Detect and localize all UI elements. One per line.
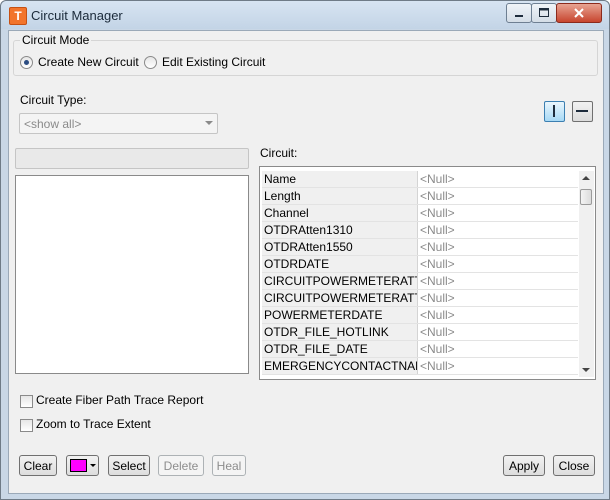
circuit-property-grid[interactable]: Name <Null> Length <Null> Channel <Null> OTDRA… xyxy=(259,166,596,380)
scroll-down-icon[interactable] xyxy=(582,368,590,372)
property-name: CIRCUITPOWERMETERATTEN xyxy=(262,273,418,289)
property-value[interactable]: <Null> xyxy=(418,239,578,255)
circuit-type-value: <show all> xyxy=(24,117,82,131)
circuit-type-dropdown[interactable]: <show all> xyxy=(19,113,218,134)
property-row[interactable]: OTDRAtten1550 <Null> xyxy=(262,239,578,256)
maximize-icon xyxy=(539,8,549,17)
property-row[interactable]: POWERMETERDATE <Null> xyxy=(262,307,578,324)
circuit-label: Circuit: xyxy=(260,146,298,160)
maximize-button[interactable] xyxy=(531,3,557,23)
property-row[interactable]: EMERGENCYCONTACTNAME <Null> xyxy=(262,358,578,375)
property-value[interactable]: <Null> xyxy=(418,307,578,323)
scroll-thumb[interactable] xyxy=(580,189,592,205)
color-swatch xyxy=(70,459,87,472)
property-row[interactable]: CIRCUITPOWERMETERATTEN<Null> xyxy=(262,273,578,290)
zoom-to-trace-checkbox[interactable] xyxy=(20,419,33,432)
property-name: Length xyxy=(262,188,418,204)
circuit-mode-label: Circuit Mode xyxy=(20,33,92,47)
property-row[interactable]: Name <Null> xyxy=(262,171,578,188)
apply-button[interactable]: Apply xyxy=(503,455,545,476)
circuit-manager-window: T Circuit Manager Circuit Mode Create Ne… xyxy=(0,0,610,500)
create-new-circuit-radio[interactable] xyxy=(20,56,33,69)
circuit-mode-group: Circuit Mode Create New Circuit Edit Exi… xyxy=(13,33,598,76)
property-value[interactable]: <Null> xyxy=(418,273,578,289)
close-icon xyxy=(574,8,584,18)
select-button[interactable]: Select xyxy=(108,455,150,476)
property-row[interactable]: OTDRDATE <Null> xyxy=(262,256,578,273)
circuit-type-label: Circuit Type: xyxy=(20,93,87,107)
property-name: CIRCUITPOWERMETERATTEN xyxy=(262,290,418,306)
chevron-down-icon xyxy=(90,464,96,467)
radio-selected-dot xyxy=(24,60,29,65)
property-name: Name xyxy=(262,171,418,187)
create-new-circuit-label[interactable]: Create New Circuit xyxy=(38,55,139,69)
property-value[interactable]: <Null> xyxy=(418,290,578,306)
heal-button[interactable]: Heal xyxy=(212,455,246,476)
property-row[interactable]: Length <Null> xyxy=(262,188,578,205)
horizontal-layout-button[interactable] xyxy=(572,101,593,122)
property-value[interactable]: <Null> xyxy=(418,171,578,187)
property-row[interactable]: Channel <Null> xyxy=(262,205,578,222)
property-value[interactable]: <Null> xyxy=(418,256,578,272)
property-row[interactable]: OTDR_FILE_HOTLINK <Null> xyxy=(262,324,578,341)
property-name: POWERMETERDATE xyxy=(262,307,418,323)
circuit-search-field xyxy=(15,148,249,169)
trace-color-picker[interactable] xyxy=(66,455,99,476)
fiber-path-report-checkbox[interactable] xyxy=(20,395,33,408)
property-row[interactable]: OTDRAtten1310 <Null> xyxy=(262,222,578,239)
property-value[interactable]: <Null> xyxy=(418,188,578,204)
scroll-up-icon[interactable] xyxy=(582,176,590,180)
window-title: Circuit Manager xyxy=(31,8,123,23)
property-row[interactable]: OTDR_FILE_DATE <Null> xyxy=(262,341,578,358)
property-value[interactable]: <Null> xyxy=(418,358,578,374)
title-bar[interactable]: T Circuit Manager xyxy=(1,1,609,29)
property-name: OTDR_FILE_HOTLINK xyxy=(262,324,418,340)
delete-button[interactable]: Delete xyxy=(158,455,204,476)
edit-existing-circuit-radio[interactable] xyxy=(144,56,157,69)
app-icon: T xyxy=(9,7,27,25)
property-rows: Name <Null> Length <Null> Channel <Null> OTDRA… xyxy=(262,171,578,375)
zoom-to-trace-label[interactable]: Zoom to Trace Extent xyxy=(36,417,151,431)
property-name: OTDR_FILE_DATE xyxy=(262,341,418,357)
property-value[interactable]: <Null> xyxy=(418,205,578,221)
clear-button[interactable]: Clear xyxy=(19,455,57,476)
close-window-button[interactable] xyxy=(556,3,602,23)
property-name: Channel xyxy=(262,205,418,221)
fiber-path-report-label[interactable]: Create Fiber Path Trace Report xyxy=(36,393,203,407)
property-name: OTDRAtten1310 xyxy=(262,222,418,238)
dialog-body: Circuit Mode Create New Circuit Edit Exi… xyxy=(8,30,604,494)
circuit-list[interactable] xyxy=(15,175,249,374)
vertical-bar-icon xyxy=(553,105,555,117)
property-value[interactable]: <Null> xyxy=(418,222,578,238)
property-value[interactable]: <Null> xyxy=(418,341,578,357)
property-name: OTDRDATE xyxy=(262,256,418,272)
property-value[interactable]: <Null> xyxy=(418,324,578,340)
chevron-down-icon xyxy=(205,121,213,125)
horizontal-bar-icon xyxy=(576,110,588,112)
property-name: OTDRAtten1550 xyxy=(262,239,418,255)
property-name: EMERGENCYCONTACTNAME xyxy=(262,358,418,374)
property-row[interactable]: CIRCUITPOWERMETERATTEN<Null> xyxy=(262,290,578,307)
minimize-button[interactable] xyxy=(506,3,532,23)
edit-existing-circuit-label[interactable]: Edit Existing Circuit xyxy=(162,55,265,69)
vertical-scrollbar[interactable] xyxy=(579,171,594,377)
close-button[interactable]: Close xyxy=(553,455,595,476)
vertical-layout-button[interactable] xyxy=(544,101,565,122)
minimize-icon xyxy=(515,15,523,17)
